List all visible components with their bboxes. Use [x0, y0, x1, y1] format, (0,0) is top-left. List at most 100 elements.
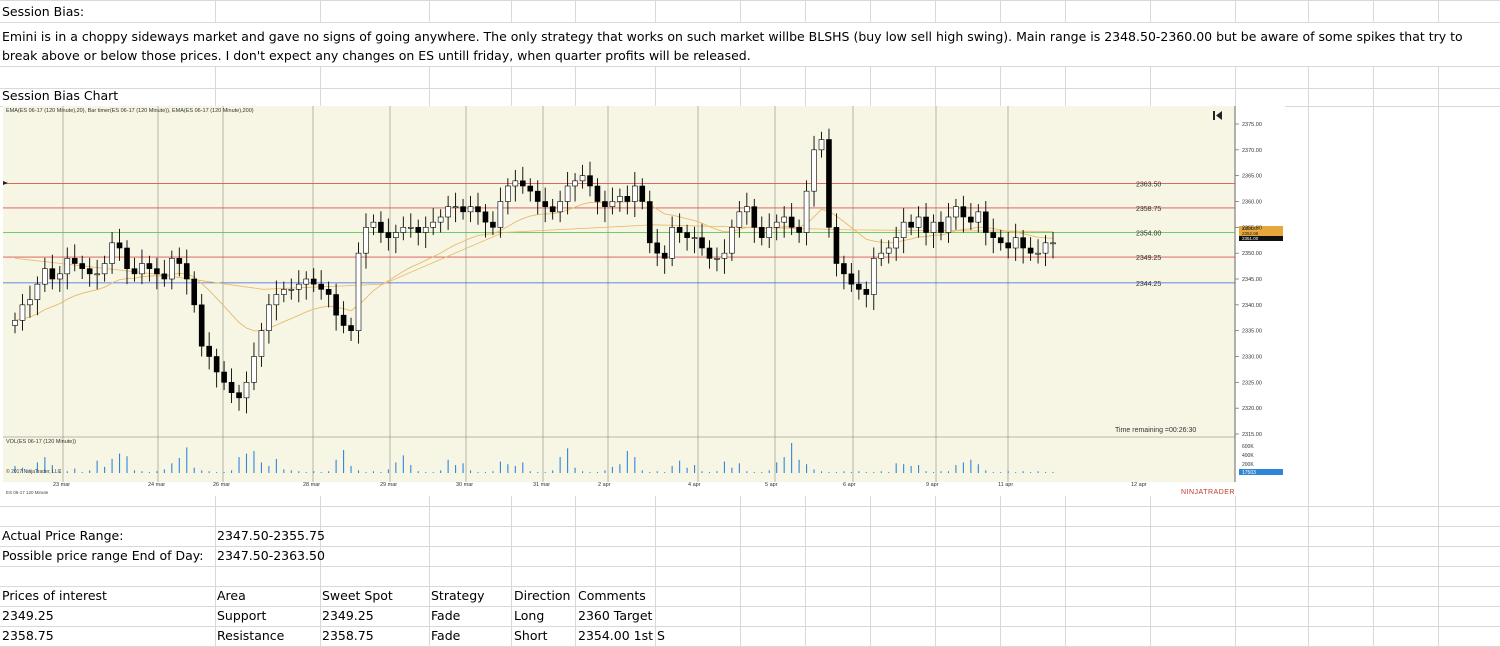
chart-svg: 2363.502358.752354.002349.252344.252354.… — [3, 106, 1285, 496]
possible-range-value: 2347.50-2363.50 — [217, 548, 325, 563]
copyright-label: © 2017 NinjaTrader, LLC — [6, 468, 62, 475]
candle-body — [1005, 242, 1011, 249]
price-panel-background — [3, 106, 1235, 482]
candle-body — [355, 252, 362, 331]
candle-body — [430, 221, 436, 228]
y-tick-label: 2360.00 — [1242, 200, 1262, 206]
table-header-prices: Prices of interest — [2, 588, 107, 603]
candle-body — [34, 283, 41, 300]
table-header-comments: Comments — [578, 588, 646, 603]
candle-body — [766, 227, 773, 238]
candle-body — [49, 268, 56, 280]
candle-body — [691, 237, 698, 239]
y-tick-label: 2345.00 — [1242, 277, 1262, 283]
candle-body — [594, 185, 601, 202]
candle-body — [997, 237, 1004, 244]
candle-body — [1035, 252, 1041, 255]
candle-body — [101, 263, 108, 275]
candle-body — [191, 278, 198, 306]
candle-body — [236, 392, 242, 399]
candle-body — [206, 345, 212, 357]
candle-body — [624, 196, 631, 202]
x-tick-label: 9 apr — [926, 482, 939, 488]
y-tick-label: 2355.00 — [1242, 225, 1262, 231]
ninjatrader-chart[interactable]: 2363.50 2358.75 2354.00 2349.25 2344.25 2354.… — [3, 106, 1285, 496]
candle-body — [684, 232, 690, 238]
candle-body — [982, 211, 989, 233]
candle-body — [968, 216, 974, 223]
current-volume-label: 17503 — [1242, 470, 1256, 476]
candle-body — [27, 299, 33, 306]
candle-body — [505, 185, 511, 202]
candle-body — [542, 201, 549, 207]
candle-body — [870, 258, 877, 295]
actual-range-label: Actual Price Range: — [2, 528, 124, 543]
candle-body — [751, 206, 758, 228]
session-bias-label: Session Bias: — [2, 4, 85, 19]
candle-body — [445, 206, 451, 218]
candle-body — [482, 211, 489, 223]
candle-body — [393, 232, 399, 238]
candle-body — [348, 325, 354, 331]
candle-body — [363, 227, 369, 254]
candle-body — [1050, 242, 1056, 245]
candle-body — [131, 268, 138, 275]
candle-body — [863, 289, 870, 295]
table-cell: 2358.75 — [322, 628, 374, 643]
candle-body — [572, 180, 578, 187]
candle-body — [71, 258, 78, 264]
candle-body — [64, 258, 71, 275]
volume-tick-label: 600K — [1242, 444, 1254, 450]
y-tick-label: 2365.00 — [1242, 174, 1262, 180]
candle-body — [422, 227, 429, 233]
candle-body — [818, 139, 825, 151]
y-tick-label: 2350.00 — [1242, 251, 1262, 257]
candle-body — [646, 201, 653, 244]
candle-body — [729, 227, 735, 254]
candle-body — [146, 263, 153, 269]
candle-body — [736, 211, 743, 228]
candle-body — [86, 268, 93, 275]
candle-body — [198, 304, 205, 347]
candle-body — [1027, 247, 1034, 254]
candle-body — [908, 221, 914, 228]
candle-body — [79, 263, 86, 269]
candle-body — [273, 294, 280, 306]
candle-body — [706, 247, 713, 259]
candle-body — [310, 278, 317, 285]
candle-body — [1042, 242, 1049, 254]
table-cell: 2360 Target — [578, 608, 653, 623]
candle-body — [116, 242, 123, 249]
candle-body — [758, 227, 765, 238]
candle-body — [378, 221, 384, 233]
candle-body — [154, 268, 160, 275]
candle-body — [340, 314, 347, 326]
x-tick-label: 23 mar — [53, 482, 70, 488]
price-level-label: 2349.25 — [1136, 255, 1161, 262]
candle-body — [811, 149, 817, 192]
candle-body — [385, 232, 392, 238]
price-level-label: 2358.75 — [1136, 206, 1161, 213]
candle-body — [564, 185, 571, 202]
table-cell: 2358.75 — [2, 628, 54, 643]
actual-range-value: 2347.50-2355.75 — [217, 528, 325, 543]
candle-body — [139, 263, 145, 275]
x-tick-label: 29 mar — [380, 482, 397, 488]
y-tick-label: 2315.00 — [1242, 432, 1262, 438]
candle-body — [781, 216, 787, 223]
volume-tick-label: 400K — [1242, 453, 1254, 459]
candle-body — [176, 258, 183, 264]
candle-body — [549, 206, 556, 213]
candle-body — [893, 237, 899, 249]
volume-tick-label: 200K — [1242, 462, 1254, 468]
y-tick-label: 2325.00 — [1242, 380, 1262, 386]
candle-body — [497, 201, 504, 228]
y-tick-label: 2335.00 — [1242, 329, 1262, 335]
candle-body — [42, 268, 48, 285]
table-cell: Short — [514, 628, 548, 643]
y-tick-label: 2340.00 — [1242, 303, 1262, 309]
candle-body — [228, 382, 235, 393]
candle-body — [714, 258, 720, 260]
candle-body — [460, 206, 466, 213]
session-bias-text: Emini is in a choppy sideways market and… — [2, 29, 1463, 63]
